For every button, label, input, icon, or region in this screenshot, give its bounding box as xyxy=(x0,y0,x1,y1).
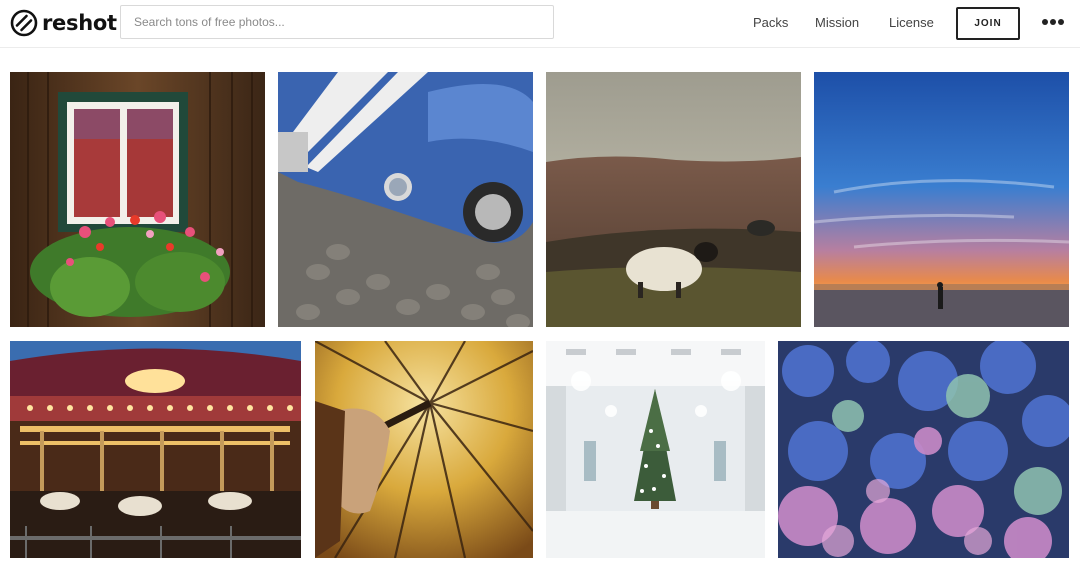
nav-mission[interactable]: Mission xyxy=(815,15,859,31)
photo-sheep-image xyxy=(546,72,801,327)
photo-umbrella-image xyxy=(315,341,533,558)
photo-hydrangea-image xyxy=(778,341,1069,558)
photo-carousel-image xyxy=(10,341,301,558)
photo-window-flowers-image xyxy=(10,72,265,327)
join-button[interactable]: JOIN xyxy=(956,7,1020,40)
search-input[interactable] xyxy=(120,5,554,39)
photo-window-flowers[interactable] xyxy=(10,72,265,327)
photo-blue-car[interactable] xyxy=(278,72,533,327)
photo-christmas-tree-image xyxy=(546,341,765,558)
reshot-logo[interactable]: reshot xyxy=(10,9,117,37)
nav-packs[interactable]: Packs xyxy=(753,15,788,31)
top-header: reshot Packs Mission License JOIN xyxy=(0,0,1080,48)
photo-sheep[interactable] xyxy=(546,72,801,327)
photo-sunset-beach-image xyxy=(814,72,1069,327)
nav-license[interactable]: License xyxy=(889,15,934,31)
reshot-logo-icon xyxy=(10,9,38,37)
more-menu-icon[interactable] xyxy=(1040,17,1066,29)
photo-christmas-tree[interactable] xyxy=(546,341,765,558)
photo-sunset-beach[interactable] xyxy=(814,72,1069,327)
photo-hydrangea[interactable] xyxy=(778,341,1069,558)
logo-wordmark: reshot xyxy=(42,11,117,35)
photo-umbrella[interactable] xyxy=(315,341,533,558)
photo-blue-car-image xyxy=(278,72,533,327)
photo-carousel[interactable] xyxy=(10,341,301,558)
